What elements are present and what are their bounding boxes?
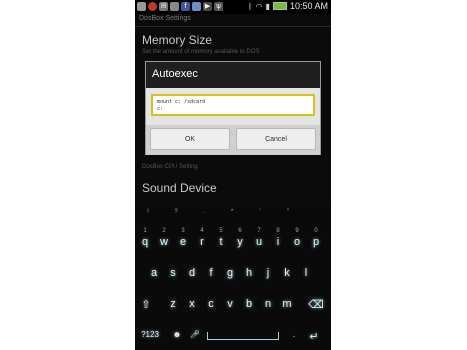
key-b[interactable]: b — [240, 298, 258, 310]
facebook-icon: f — [181, 2, 190, 11]
key-u[interactable]: u — [250, 236, 268, 248]
key-g[interactable]: g — [221, 267, 239, 279]
clock: 10:50 AM — [289, 1, 328, 11]
key-w[interactable]: w — [155, 236, 173, 248]
calendar-icon — [170, 2, 179, 11]
mail-icon: ✉ — [159, 2, 168, 11]
app-header: DosBox Settings — [139, 15, 191, 22]
key-k[interactable]: k — [278, 267, 296, 279]
key-y[interactable]: y — [231, 236, 249, 248]
key-s[interactable]: s — [164, 267, 182, 279]
key-j[interactable]: j — [259, 267, 277, 279]
setting-memory-size[interactable]: Memory Size — [142, 33, 212, 47]
hint-9: 9 — [295, 228, 299, 234]
key-m[interactable]: m — [278, 298, 296, 310]
hint-3: 3 — [181, 228, 185, 234]
key-x[interactable]: x — [183, 298, 201, 310]
setting-cpu-desc: DosBox CPU Setting — [142, 164, 198, 170]
key-symbol[interactable]: ! — [139, 209, 157, 215]
key-h[interactable]: h — [240, 267, 258, 279]
hint-4: 4 — [200, 228, 204, 234]
soft-keyboard: ! ? . * ' " 1 2 3 4 5 6 7 8 9 0 q w e r … — [135, 204, 331, 350]
key-p[interactable]: p — [307, 236, 325, 248]
key-t[interactable]: t — [212, 236, 230, 248]
shift-icon[interactable]: ⇧ — [137, 298, 155, 311]
emoji-icon[interactable]: ☻ — [168, 330, 186, 339]
hint-1: 1 — [143, 228, 147, 234]
battery-icon — [272, 2, 287, 10]
play-icon: ▶ — [203, 2, 212, 11]
autoexec-dialog: Autoexec mount c: /sdcard c: OK Cancel — [145, 61, 321, 155]
key-a[interactable]: a — [145, 267, 163, 279]
header-divider — [135, 26, 331, 27]
dialog-titlebar: Autoexec — [146, 62, 320, 88]
app-notification-icon — [137, 2, 146, 11]
spacebar[interactable] — [207, 332, 279, 340]
ok-button[interactable]: OK — [150, 128, 230, 150]
key-o[interactable]: o — [288, 236, 306, 248]
hint-6: 6 — [238, 228, 242, 234]
key-z[interactable]: z — [164, 298, 182, 310]
status-bar: ✉ f ▶ ψ ᛒ ◠ ▮ 10:50 AM — [135, 0, 331, 14]
key-l[interactable]: l — [297, 267, 315, 279]
key-e[interactable]: e — [174, 236, 192, 248]
key-d[interactable]: d — [183, 267, 201, 279]
autoexec-input[interactable]: mount c: /sdcard c: — [151, 94, 315, 116]
hint-7: 7 — [257, 228, 261, 234]
key-q[interactable]: q — [136, 236, 154, 248]
setting-memory-size-desc: Set the amount of memory available to DO… — [142, 49, 260, 55]
period-key[interactable]: . — [285, 330, 303, 339]
hint-5: 5 — [219, 228, 223, 234]
enter-icon[interactable]: ↵ — [305, 330, 323, 343]
signal-icon: ▮ — [265, 1, 270, 11]
symbols-key[interactable]: ?123 — [137, 330, 163, 339]
key-symbol[interactable]: ' — [251, 209, 269, 215]
key-v[interactable]: v — [221, 298, 239, 310]
dialog-title: Autoexec — [152, 68, 198, 80]
key-c[interactable]: c — [202, 298, 220, 310]
backspace-icon[interactable]: ⌫ — [306, 298, 326, 311]
key-n[interactable]: n — [259, 298, 277, 310]
mic-icon[interactable]: 🎤︎ — [186, 330, 204, 339]
setting-sound-device[interactable]: Sound Device — [142, 181, 217, 195]
status-right: ᛒ ◠ ▮ 10:50 AM — [248, 1, 328, 11]
dialog-button-bar: OK Cancel — [146, 125, 320, 155]
hint-2: 2 — [162, 228, 166, 234]
key-i[interactable]: i — [269, 236, 287, 248]
key-symbol[interactable]: . — [195, 209, 213, 215]
wifi-icon: ◠ — [255, 1, 263, 11]
bluetooth-icon: ᛒ — [247, 1, 253, 11]
key-symbol[interactable]: * — [223, 209, 241, 215]
notification-icons: ✉ f ▶ ψ — [137, 2, 223, 11]
key-symbol[interactable]: ? — [167, 209, 185, 215]
record-icon — [148, 2, 157, 11]
hint-0: 0 — [314, 228, 318, 234]
cancel-button[interactable]: Cancel — [236, 128, 316, 150]
phone-screen: ✉ f ▶ ψ ᛒ ◠ ▮ 10:50 AM DosBox Settings M… — [135, 0, 331, 350]
hint-8: 8 — [276, 228, 280, 234]
usb-icon: ψ — [214, 2, 223, 11]
key-r[interactable]: r — [193, 236, 211, 248]
gallery-icon — [192, 2, 201, 11]
key-f[interactable]: f — [202, 267, 220, 279]
key-symbol[interactable]: " — [279, 209, 297, 215]
